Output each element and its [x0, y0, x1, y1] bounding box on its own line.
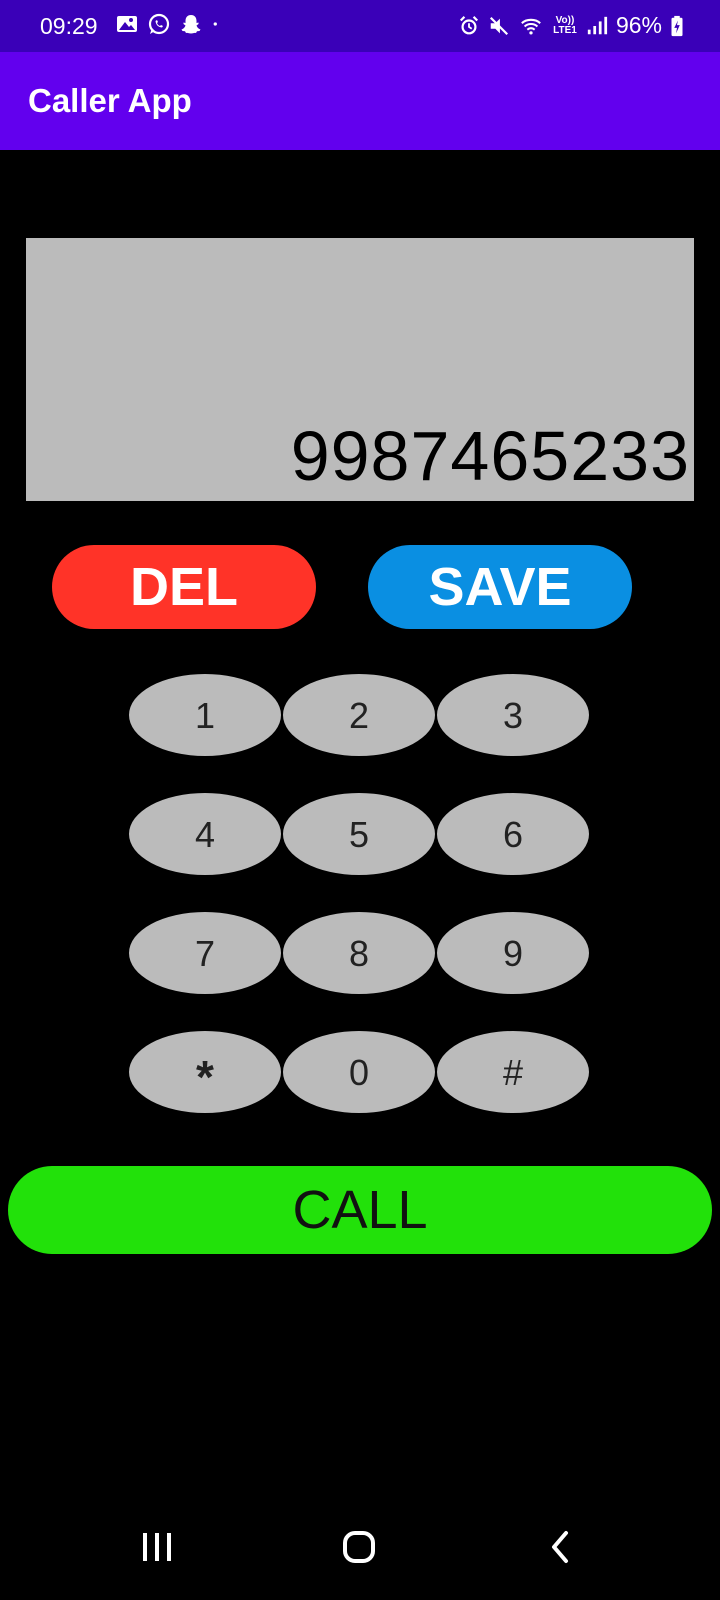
whatsapp-icon — [148, 13, 170, 35]
key-hash[interactable]: # — [436, 1030, 590, 1114]
back-icon[interactable] — [520, 1510, 600, 1600]
key-8[interactable]: 8 — [282, 911, 436, 995]
key-5[interactable]: 5 — [282, 792, 436, 876]
volte-lte-icon: Vo)) LTE1 — [553, 14, 577, 36]
signal-icon — [587, 16, 608, 34]
key-7[interactable]: 7 — [128, 911, 282, 995]
wifi-icon — [521, 18, 541, 35]
notification-icons — [116, 13, 224, 35]
navigation-bar — [0, 1510, 720, 1600]
key-6[interactable]: 6 — [436, 792, 590, 876]
battery-percent: 96% — [615, 12, 662, 38]
key-3[interactable]: 3 — [436, 673, 590, 757]
call-button[interactable]: CALL — [8, 1166, 712, 1254]
status-bar: 09:29 Vo)) LTE1 96% — [0, 0, 720, 52]
app-title: Caller App — [28, 82, 192, 119]
mute-icon — [489, 16, 508, 35]
dialed-number: 9987465233 — [290, 417, 690, 495]
status-time: 09:29 — [40, 13, 98, 39]
app-bar: Caller App — [0, 52, 720, 150]
key-4[interactable]: 4 — [128, 792, 282, 876]
alarm-icon — [459, 15, 478, 34]
delete-button[interactable]: DEL — [52, 545, 316, 629]
key-9[interactable]: 9 — [436, 911, 590, 995]
save-button[interactable]: SAVE — [368, 545, 632, 629]
screen: 09:29 Vo)) LTE1 96% Caller App 998746523… — [0, 0, 720, 1600]
system-icons: Vo)) LTE1 96% — [458, 12, 684, 39]
number-display: 9987465233 — [26, 238, 694, 501]
key-2[interactable]: 2 — [282, 673, 436, 757]
recent-apps-icon[interactable] — [117, 1510, 197, 1600]
snapchat-icon — [181, 15, 201, 34]
dot-icon — [213, 22, 217, 26]
key-star[interactable]: * — [128, 1030, 282, 1114]
battery-charging-icon — [671, 15, 683, 36]
gallery-icon — [117, 16, 137, 32]
home-icon[interactable] — [319, 1510, 399, 1600]
key-0[interactable]: 0 — [282, 1030, 436, 1114]
key-1[interactable]: 1 — [128, 673, 282, 757]
